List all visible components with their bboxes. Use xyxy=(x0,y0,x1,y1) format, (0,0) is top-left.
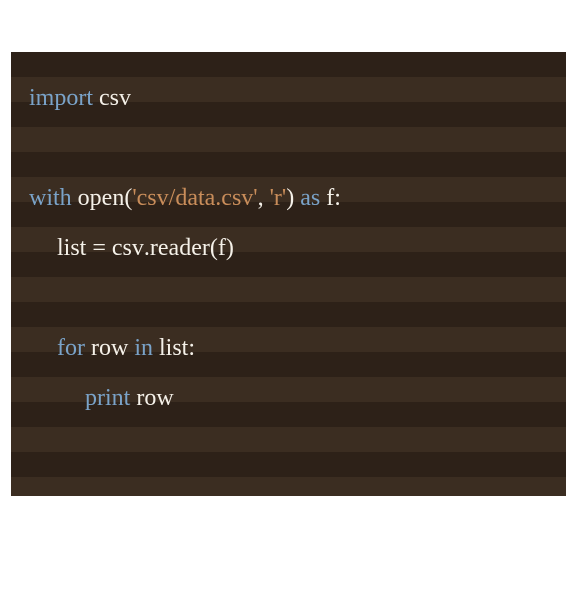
code-line-7: print row xyxy=(29,374,548,424)
code-line-2 xyxy=(29,124,548,174)
var-row: row xyxy=(136,386,173,411)
code-line-8 xyxy=(29,424,548,474)
code-line-5 xyxy=(29,274,548,324)
comma: , xyxy=(258,186,270,211)
var-f: f xyxy=(326,186,334,211)
keyword-with: with xyxy=(29,186,72,211)
colon: : xyxy=(188,336,195,361)
paren-open: ( xyxy=(210,236,218,261)
string-mode: 'r' xyxy=(270,186,287,211)
module-csv: csv xyxy=(99,86,131,111)
keyword-in: in xyxy=(134,336,153,361)
paren-open: ( xyxy=(124,186,132,211)
keyword-import: import xyxy=(29,86,93,111)
colon: : xyxy=(334,186,341,211)
keyword-for: for xyxy=(57,336,85,361)
code-block: import csv with open('csv/data.csv', 'r'… xyxy=(11,52,566,496)
code-line-4: list = csv.reader(f) xyxy=(29,224,548,274)
var-list: list xyxy=(159,336,188,361)
code-line-1: import csv xyxy=(29,74,548,124)
function-open: open xyxy=(78,186,125,211)
equals: = xyxy=(86,236,112,261)
function-reader: reader xyxy=(150,236,210,261)
code-line-3: with open('csv/data.csv', 'r') as f: xyxy=(29,174,548,224)
module-csv: csv xyxy=(112,236,144,261)
keyword-print: print xyxy=(85,386,130,411)
string-path: 'csv/data.csv' xyxy=(132,186,257,211)
code-line-6: for row in list: xyxy=(29,324,548,374)
paren-close: ) xyxy=(226,236,234,261)
arg-f: f xyxy=(218,236,226,261)
var-list: list xyxy=(57,236,86,261)
paren-close: ) xyxy=(286,186,294,211)
keyword-as: as xyxy=(300,186,320,211)
var-row: row xyxy=(91,336,128,361)
